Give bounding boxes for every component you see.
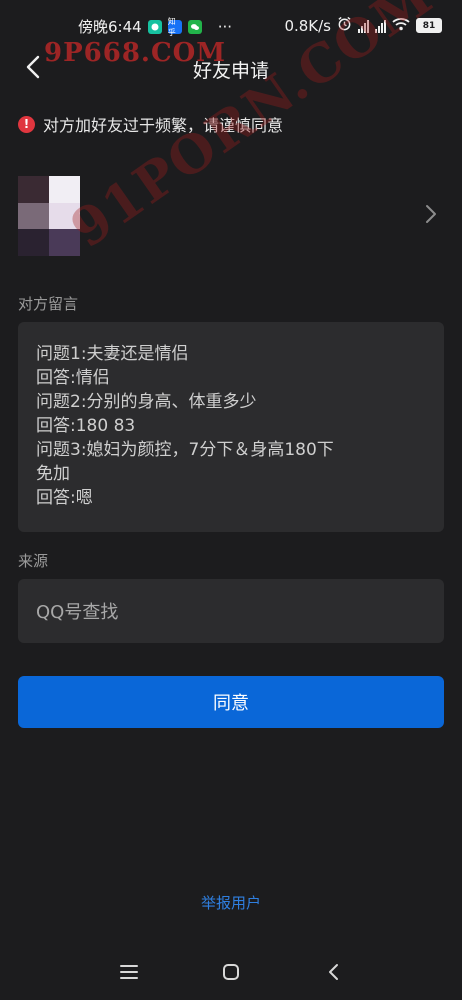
more-notifications-icon: ··· [217,17,232,36]
warning-text: 对方加好友过于频繁，请谨慎同意 [43,116,284,135]
source-label: 来源 [18,552,49,570]
page-title: 好友申请 [192,60,269,82]
menu-icon [120,965,138,979]
menu-button[interactable] [117,960,141,984]
alert-icon: ! [18,115,35,133]
battery-icon: 81 [416,18,442,33]
message-box: 问题1:夫妻还是情侣 回答:情侣 问题2:分别的身高、体重多少 回答:180 8… [18,322,444,532]
system-navigation-bar [0,950,462,994]
network-speed: 0.8K/s [284,16,331,35]
back-icon [329,964,338,980]
navigation-bar: 好友申请 [0,50,462,86]
message-line: 问题2:分别的身高、体重多少 [36,392,257,412]
home-button[interactable] [219,960,243,984]
source-box: QQ号查找 [18,579,444,643]
message-line: 问题3:媳妇为颜控，7分下＆身高180下 [36,440,334,460]
qq-app-icon [147,19,162,34]
home-icon [223,964,239,980]
avatar [18,176,80,256]
friend-request-screen: 傍晚6:44 知乎 ··· 0.8K/s 81 9P668.COM 好友申请 !… [0,0,462,1000]
status-right: 0.8K/s 81 [284,16,442,35]
requester-profile-row[interactable] [18,176,444,256]
frequency-warning: ! 对方加好友过于频繁，请谨慎同意 [18,112,283,136]
message-line: 回答:嗯 [36,488,93,508]
wechat-app-icon [187,19,202,34]
message-line: 问题1:夫妻还是情侣 [36,344,189,364]
signal-icon [358,19,369,33]
alarm-icon [337,16,352,35]
status-time: 傍晚6:44 [78,18,142,36]
message-line: 回答:180 83 [36,416,136,436]
source-value: QQ号查找 [36,602,119,623]
agree-button[interactable]: 同意 [18,676,444,728]
signal-2-icon [375,19,386,33]
report-user-link[interactable]: 举报用户 [0,892,462,913]
zhihu-app-icon: 知乎 [167,17,182,37]
message-line: 免加 [36,464,70,484]
message-label: 对方留言 [18,295,79,313]
back-system-button[interactable] [321,960,345,984]
status-left: 傍晚6:44 知乎 ··· [78,16,232,37]
message-line: 回答:情侣 [36,368,110,388]
chevron-right-icon [426,205,436,223]
wifi-icon [392,17,410,35]
